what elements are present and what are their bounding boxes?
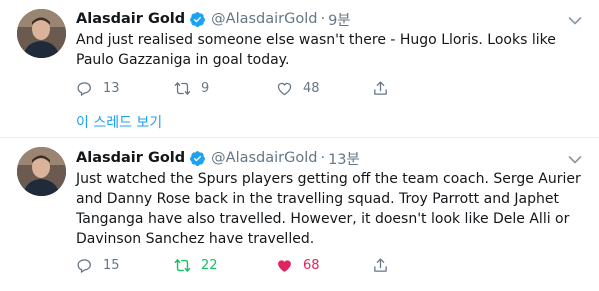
verified-badge-icon	[189, 150, 206, 167]
tweet-text-line: Tanganga have also travelled. However, i…	[76, 211, 570, 227]
like-count: 48	[303, 80, 320, 96]
author-handle[interactable]: @AlasdairGold	[211, 150, 317, 166]
tweet-header: Alasdair Gold @AlasdairGold · 9분	[76, 8, 351, 30]
chevron-down-icon[interactable]	[568, 11, 582, 25]
reply-count: 13	[103, 80, 120, 96]
retweet-icon	[174, 257, 191, 274]
verified-badge-icon	[189, 11, 206, 28]
tweet-text-line: And just realised someone else wasn't th…	[76, 32, 556, 48]
reply-button[interactable]: 13	[76, 78, 120, 98]
share-button[interactable]	[372, 255, 389, 275]
author-name[interactable]: Alasdair Gold	[76, 11, 185, 27]
timestamp[interactable]: 9분	[328, 9, 351, 30]
tweet-text-line: Just watched the Spurs players getting o…	[76, 171, 581, 187]
tweet-text-line: and Danny Rose back in the travelling sq…	[76, 191, 559, 207]
tweet-actions: 15 22 68	[76, 255, 396, 275]
like-button[interactable]: 48	[276, 78, 320, 98]
retweet-button[interactable]: 22	[174, 255, 218, 275]
retweet-icon	[174, 80, 191, 97]
tweet-feed: Alasdair Gold @AlasdairGold · 9분 And jus…	[0, 0, 599, 291]
like-count: 68	[303, 257, 320, 273]
reply-count: 15	[103, 257, 120, 273]
heart-icon	[276, 257, 293, 274]
reply-icon	[76, 257, 93, 274]
reply-icon	[76, 80, 93, 97]
share-icon	[372, 80, 389, 97]
author-handle[interactable]: @AlasdairGold	[211, 11, 317, 27]
tweet-actions: 13 9 48	[76, 78, 396, 98]
tweet[interactable]: Alasdair Gold @AlasdairGold · 9분 And jus…	[0, 0, 599, 107]
avatar[interactable]	[17, 9, 66, 58]
show-thread-row: 이 스레드 보기	[0, 107, 599, 138]
retweet-count: 22	[201, 257, 218, 273]
tweet-text-line: Paulo Gazzaniga in goal today.	[76, 52, 290, 68]
tweet-header: Alasdair Gold @AlasdairGold · 13분	[76, 147, 360, 169]
heart-icon	[276, 80, 293, 97]
timestamp[interactable]: 13분	[328, 148, 360, 169]
retweet-count: 9	[201, 80, 210, 96]
separator-dot: ·	[320, 150, 326, 166]
tweet-text: Just watched the Spurs players getting o…	[76, 169, 586, 249]
tweet-text: And just realised someone else wasn't th…	[76, 30, 586, 70]
share-icon	[372, 257, 389, 274]
avatar[interactable]	[17, 147, 66, 196]
separator-dot: ·	[320, 11, 326, 27]
share-button[interactable]	[372, 78, 389, 98]
reply-button[interactable]: 15	[76, 255, 120, 275]
like-button[interactable]: 68	[276, 255, 320, 275]
author-name[interactable]: Alasdair Gold	[76, 150, 185, 166]
tweet[interactable]: Alasdair Gold @AlasdairGold · 13분 Just w…	[0, 139, 599, 291]
chevron-down-icon[interactable]	[568, 150, 582, 164]
tweet-text-line: Davinson Sanchez have travelled.	[76, 231, 315, 247]
retweet-button[interactable]: 9	[174, 78, 209, 98]
show-thread-link[interactable]: 이 스레드 보기	[76, 112, 162, 132]
